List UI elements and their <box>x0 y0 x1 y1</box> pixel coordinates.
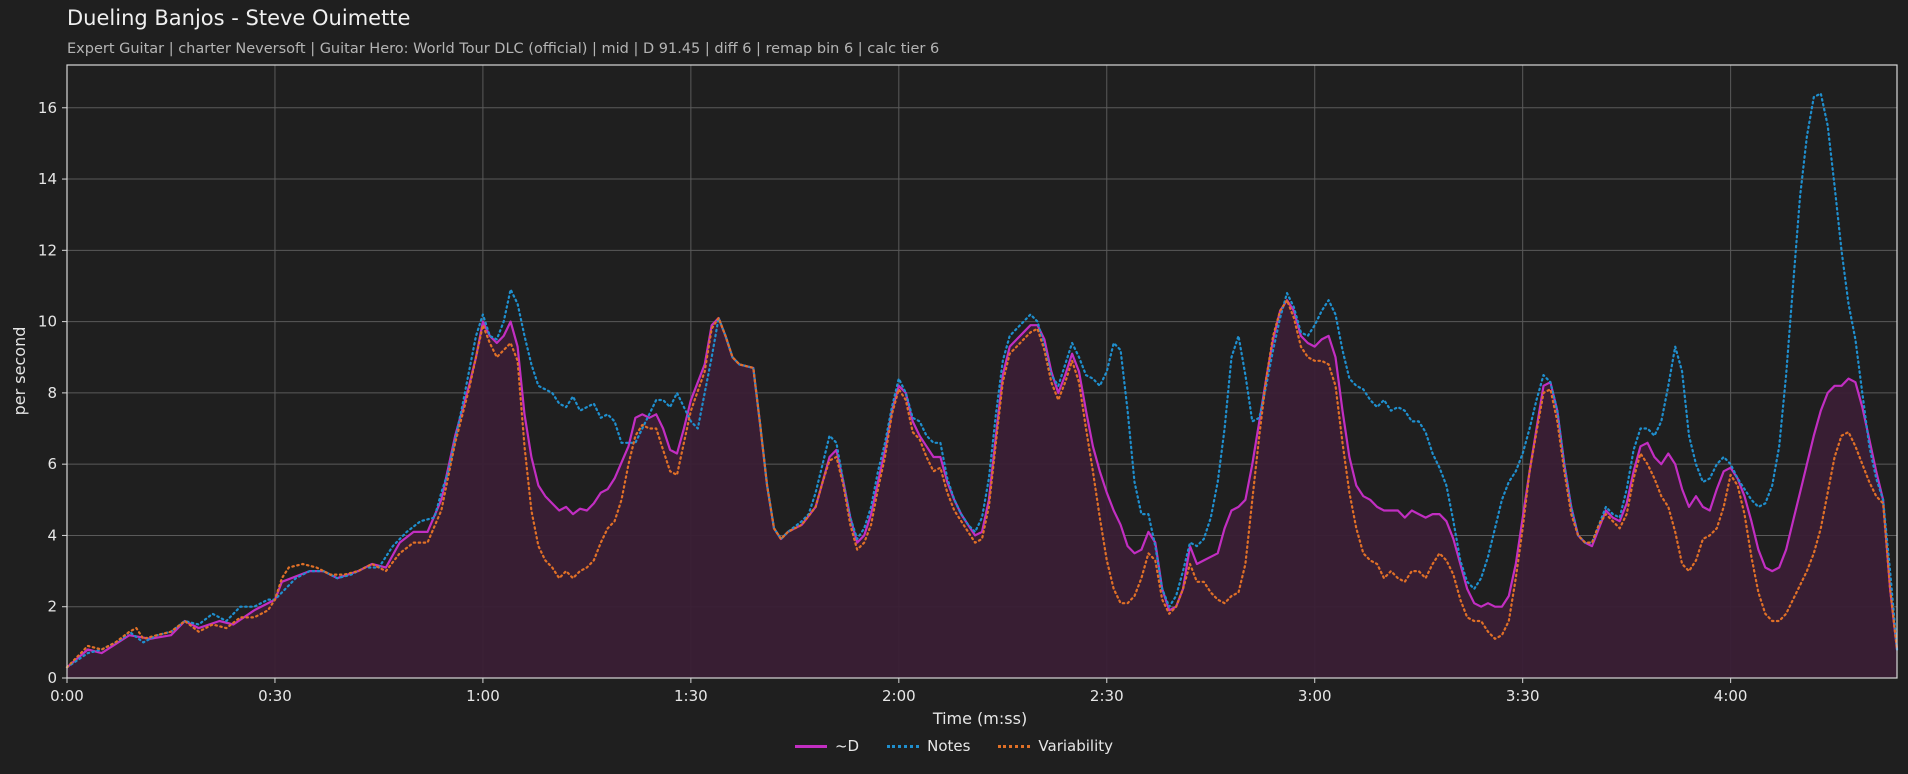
y-tick-label: 12 <box>38 241 57 259</box>
legend-label-variability: Variability <box>1038 737 1114 755</box>
line-chart: 0:00 0:30 1:00 1:30 2:00 2:30 3:00 3:30 4:00 0 2 4 6… <box>10 64 1899 728</box>
legend-swatch-variability <box>998 744 1031 748</box>
y-tick-label: 0 <box>47 669 57 687</box>
legend-item-variability[interactable]: Variability <box>998 737 1113 755</box>
x-tick-label: 0:00 <box>50 687 84 705</box>
y-axis-label: per second <box>10 327 29 416</box>
y-tick-label: 6 <box>47 455 57 473</box>
x-tick-label: 3:30 <box>1506 687 1540 705</box>
legend-label-d: ~D <box>834 737 860 755</box>
x-tick-label: 2:30 <box>1090 687 1124 705</box>
y-tick-label: 8 <box>47 384 57 402</box>
x-tick-label: 3:00 <box>1298 687 1332 705</box>
legend-item-notes[interactable]: Notes <box>887 737 970 755</box>
y-tick-label: 16 <box>38 99 57 117</box>
x-tick-label: 0:30 <box>258 687 292 705</box>
x-tick-label: 4:00 <box>1714 687 1748 705</box>
x-tick-label: 1:30 <box>674 687 708 705</box>
y-tick-label: 10 <box>38 313 57 331</box>
x-tick-label: 1:00 <box>466 687 500 705</box>
y-tick-label: 4 <box>47 526 57 544</box>
legend-label-notes: Notes <box>927 737 971 755</box>
legend: ~D Notes Variability <box>0 737 1908 755</box>
x-axis-label: Time (m:ss) <box>932 709 1027 728</box>
legend-swatch-notes <box>887 744 920 748</box>
legend-item-d[interactable]: ~D <box>794 737 860 755</box>
y-tick-label: 2 <box>47 598 57 616</box>
x-tick-label: 2:00 <box>882 687 916 705</box>
legend-swatch-d <box>794 744 827 748</box>
y-tick-label: 14 <box>38 170 57 188</box>
